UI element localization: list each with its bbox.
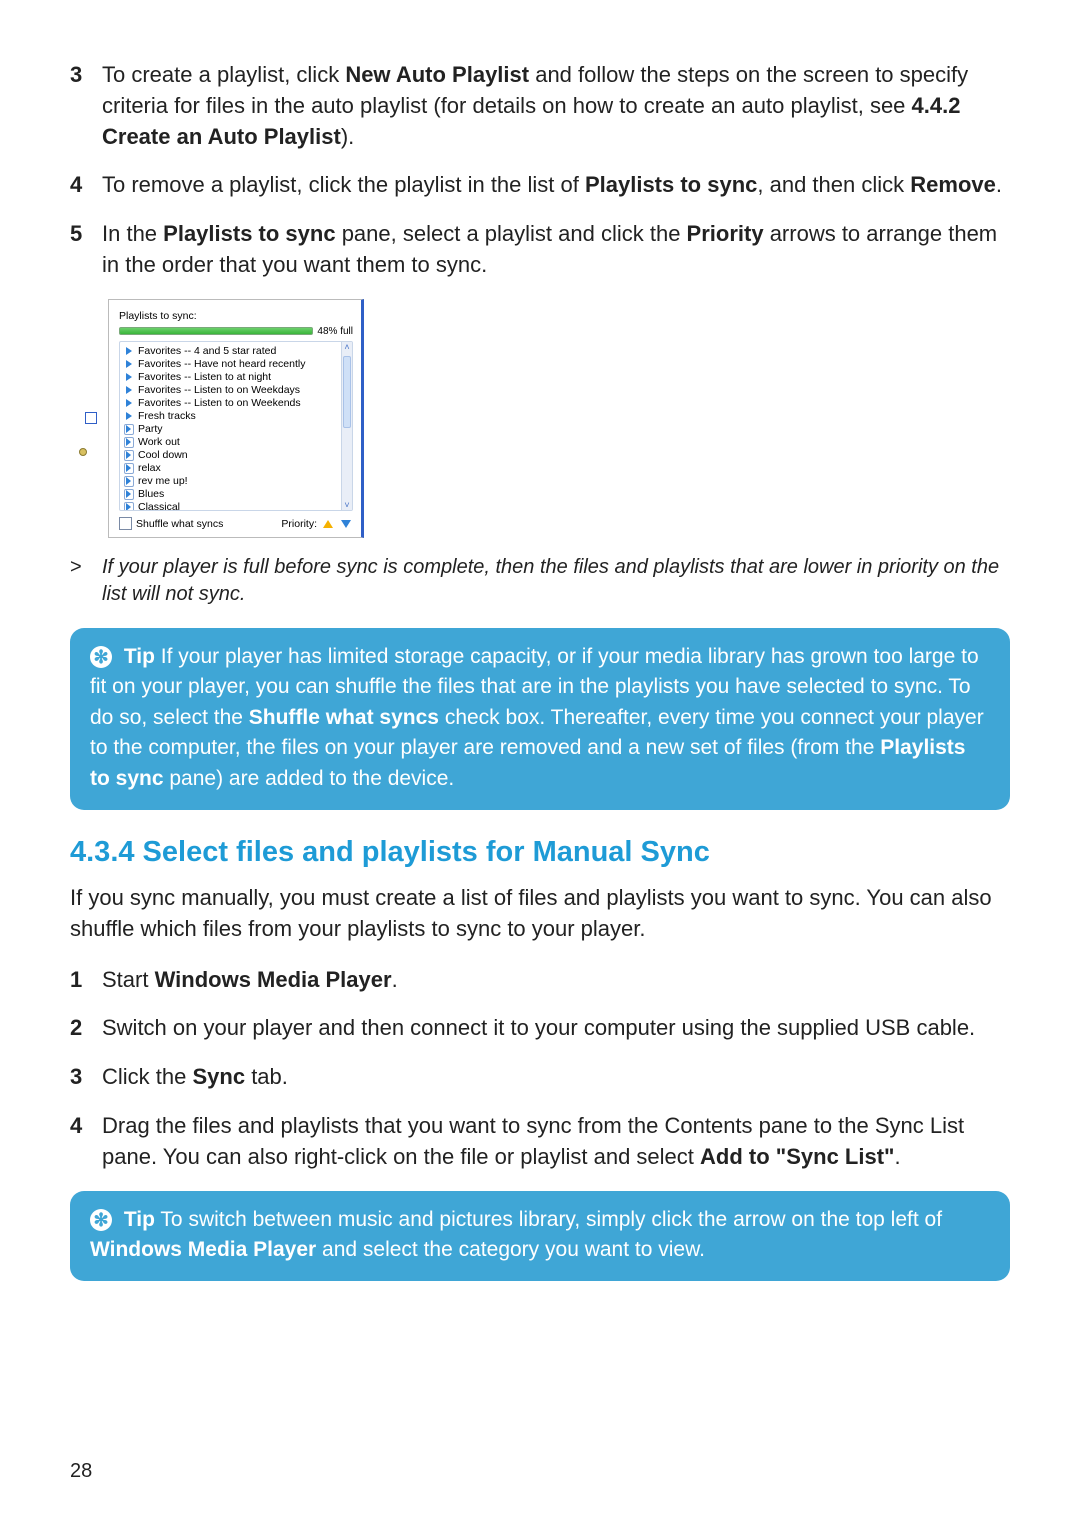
playlist-row[interactable]: Favorites -- Listen to on Weekdays [124,384,342,397]
playlist-label: Classical [138,501,180,511]
step-number: 1 [70,965,102,996]
scroll-thumb[interactable] [343,356,351,428]
tip-shuffle-box: ✻ Tip If your player has limited storage… [70,628,1010,810]
note-text: If your player is full before sync is co… [102,554,1010,608]
tip-label: Tip [124,645,155,668]
playlist-icon [124,359,134,369]
playlist-icon [124,463,134,474]
playlists-title: Playlists to sync: [119,310,353,322]
playlist-label: relax [138,462,161,475]
step-b-3: 3 Click the Sync tab. [70,1062,1010,1093]
step-text: Start Windows Media Player. [102,965,1010,996]
playlists-list[interactable]: Favorites -- 4 and 5 star ratedFavorites… [119,341,353,511]
playlist-row[interactable]: Favorites -- Listen to on Weekends [124,397,342,410]
playlist-icon [124,476,134,487]
playlist-label: Party [138,423,163,436]
playlist-row[interactable]: Party [124,423,342,436]
playlist-icon [124,346,134,356]
playlist-row[interactable]: relax [124,462,342,475]
playlists-sync-screenshot: Playlists to sync: 48% full Favorites --… [108,299,364,538]
tip-label: Tip [124,1208,155,1231]
playlist-row[interactable]: rev me up! [124,475,342,488]
step-b-2: 2 Switch on your player and then connect… [70,1013,1010,1044]
playlist-label: Blues [138,488,164,501]
page-number: 28 [70,1460,92,1483]
scrollbar[interactable]: ˄ ˅ [341,342,352,510]
priority-up-icon[interactable] [321,517,335,531]
playlist-icon [124,450,134,461]
step-number: 4 [70,1111,102,1173]
step-number: 4 [70,170,102,201]
angle-icon: > [70,554,102,608]
tip-asterisk-icon: ✻ [90,1209,112,1231]
step-number: 5 [70,219,102,281]
step-number: 3 [70,60,102,152]
step-text: Switch on your player and then connect i… [102,1013,1010,1044]
step-number: 3 [70,1062,102,1093]
playlist-row[interactable]: Classical [124,501,342,511]
shuffle-label: Shuffle what syncs [136,518,223,530]
playlist-row[interactable]: Favorites -- Listen to at night [124,371,342,384]
tip-asterisk-icon: ✻ [90,646,112,668]
playlist-icon [124,385,134,395]
playlist-icon [124,372,134,382]
step-b-4: 4 Drag the files and playlists that you … [70,1111,1010,1173]
side-mark-icon [85,412,97,424]
step-b-1: 1 Start Windows Media Player. [70,965,1010,996]
playlist-label: Favorites -- 4 and 5 star rated [138,345,276,358]
step-text: To create a playlist, click New Auto Pla… [102,60,1010,152]
step-text: In the Playlists to sync pane, select a … [102,219,1010,281]
shuffle-checkbox[interactable] [119,517,132,530]
playlist-row[interactable]: Blues [124,488,342,501]
priority-label: Priority: [281,518,317,530]
side-dot-icon [79,448,87,456]
playlist-label: Favorites -- Have not heard recently [138,358,306,371]
step-number: 2 [70,1013,102,1044]
playlist-icon [124,411,134,421]
playlist-row[interactable]: Work out [124,436,342,449]
playlist-label: Favorites -- Listen to on Weekends [138,397,301,410]
playlist-label: Favorites -- Listen to at night [138,371,271,384]
playlist-label: Fresh tracks [138,410,196,423]
section-intro: If you sync manually, you must create a … [70,883,1010,945]
priority-down-icon[interactable] [339,517,353,531]
shuffle-option[interactable]: Shuffle what syncs [119,517,223,530]
step-3: 3 To create a playlist, click New Auto P… [70,60,1010,152]
section-heading: 4.3.4 Select files and playlists for Man… [70,836,1010,869]
playlist-icon [124,437,134,448]
playlist-icon [124,489,134,500]
step-text: Click the Sync tab. [102,1062,1010,1093]
playlist-label: Cool down [138,449,188,462]
step-4: 4 To remove a playlist, click the playli… [70,170,1010,201]
step-text: Drag the files and playlists that you wa… [102,1111,1010,1173]
step-5: 5 In the Playlists to sync pane, select … [70,219,1010,281]
playlist-label: Favorites -- Listen to on Weekdays [138,384,300,397]
playlist-icon [124,398,134,408]
storage-full-text: 48% full [317,326,353,337]
tip-library-switch-box: ✻ Tip To switch between music and pictur… [70,1191,1010,1282]
playlist-label: Work out [138,436,180,449]
scroll-down-icon[interactable]: ˅ [342,500,352,510]
playlist-row[interactable]: Favorites -- Have not heard recently [124,358,342,371]
step-text: To remove a playlist, click the playlist… [102,170,1010,201]
playlist-row[interactable]: Cool down [124,449,342,462]
playlist-row[interactable]: Favorites -- 4 and 5 star rated [124,345,342,358]
playlist-icon [124,424,134,435]
storage-bar [119,327,313,335]
sync-priority-note: > If your player is full before sync is … [70,554,1010,608]
playlist-label: rev me up! [138,475,188,488]
playlist-icon [124,502,134,511]
playlist-row[interactable]: Fresh tracks [124,410,342,423]
scroll-up-icon[interactable]: ˄ [342,342,352,352]
